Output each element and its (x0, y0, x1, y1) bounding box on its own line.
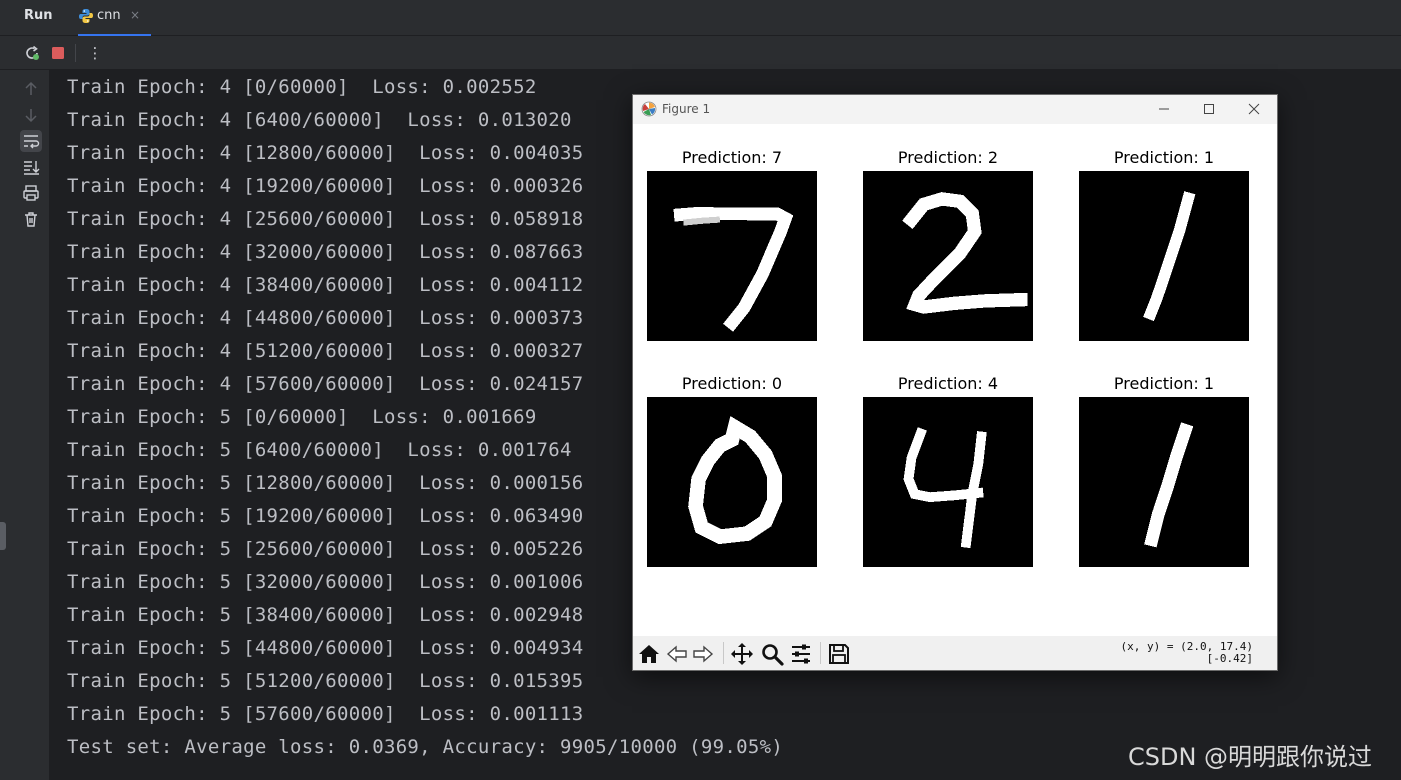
watermark: CSDN @明明跟你说过 (1128, 743, 1373, 771)
console-line: Train Epoch: 4 [12800/60000] Loss: 0.004… (67, 142, 584, 164)
run-toolbar: ⋮ (0, 36, 1401, 70)
subplot-title: Prediction: 7 (681, 148, 783, 167)
maximize-button[interactable] (1186, 95, 1232, 124)
toolbar-separator (75, 44, 76, 62)
coordinate-value: [-0.42] (1206, 652, 1253, 665)
matplotlib-toolbar: (x, y) = (2.0, 17.4) [-0.42] (633, 636, 1277, 670)
tab-label: cnn (97, 8, 121, 23)
console-line: Train Epoch: 4 [6400/60000] Loss: 0.0130… (67, 109, 572, 131)
toolbar-separator (820, 642, 821, 664)
figure-window: Figure 1 Prediction: 7 Prediction: 2 Pre… (632, 94, 1278, 671)
console-line: Train Epoch: 5 [51200/60000] Loss: 0.015… (67, 670, 584, 692)
digit-image (647, 171, 817, 341)
save-icon[interactable] (827, 642, 851, 666)
close-button[interactable] (1231, 95, 1277, 124)
subplot-title: Prediction: 0 (681, 374, 783, 393)
console-line: Train Epoch: 5 [38400/60000] Loss: 0.002… (67, 604, 584, 626)
console-line: Train Epoch: 4 [44800/60000] Loss: 0.000… (67, 307, 584, 329)
console-line: Train Epoch: 4 [57600/60000] Loss: 0.024… (67, 373, 584, 395)
console-line: Train Epoch: 5 [25600/60000] Loss: 0.005… (67, 538, 584, 560)
rerun-icon[interactable] (23, 44, 41, 62)
console-line: Train Epoch: 5 [6400/60000] Loss: 0.0017… (67, 439, 572, 461)
console-line: Train Epoch: 5 [32000/60000] Loss: 0.001… (67, 571, 584, 593)
console-line: Train Epoch: 5 [12800/60000] Loss: 0.000… (67, 472, 584, 494)
test-summary-line: Test set: Average loss: 0.0369, Accuracy… (67, 736, 784, 758)
console-line: Train Epoch: 4 [38400/60000] Loss: 0.004… (67, 274, 584, 296)
subplot-title: Prediction: 2 (897, 148, 999, 167)
digit-image (863, 397, 1033, 567)
up-arrow-icon[interactable] (20, 78, 42, 100)
console-line: Train Epoch: 4 [51200/60000] Loss: 0.000… (67, 340, 584, 362)
minimize-icon (1159, 108, 1169, 110)
toolbar-separator (723, 642, 724, 664)
tool-window-title[interactable]: Run (24, 8, 53, 23)
digit-image (647, 397, 817, 567)
tab-close-icon[interactable]: × (130, 8, 140, 22)
left-edge (0, 70, 12, 780)
console-side-actions (12, 70, 50, 780)
console-line: Train Epoch: 5 [19200/60000] Loss: 0.063… (67, 505, 584, 527)
stop-icon[interactable] (49, 44, 67, 62)
console-line: Train Epoch: 4 [0/60000] Loss: 0.002552 (67, 76, 537, 98)
digit-image (1079, 171, 1249, 341)
matplotlib-icon (641, 101, 657, 117)
figure-titlebar[interactable]: Figure 1 (633, 95, 1277, 124)
figure-title: Figure 1 (662, 102, 711, 116)
configure-subplots-icon[interactable] (789, 642, 813, 666)
coordinate-readout: (x, y) = (2.0, 17.4) [-0.42] (1121, 641, 1253, 665)
console-line: Train Epoch: 4 [19200/60000] Loss: 0.000… (67, 175, 584, 197)
pan-icon[interactable] (730, 642, 754, 666)
figure-canvas[interactable]: Prediction: 7 Prediction: 2 Prediction: … (633, 124, 1277, 636)
down-arrow-icon[interactable] (20, 104, 42, 126)
forward-icon[interactable] (691, 642, 715, 666)
console-line: Train Epoch: 5 [0/60000] Loss: 0.001669 (67, 406, 537, 428)
print-icon[interactable] (20, 182, 42, 204)
close-icon (1248, 103, 1260, 115)
zoom-icon[interactable] (760, 642, 784, 666)
trash-icon[interactable] (20, 208, 42, 230)
subplot-title: Prediction: 1 (1113, 148, 1215, 167)
console-line: Train Epoch: 5 [44800/60000] Loss: 0.004… (67, 637, 584, 659)
digit-image (1079, 397, 1249, 567)
subplot-title: Prediction: 4 (897, 374, 999, 393)
run-tool-window-header: Run cnn × (0, 0, 1401, 36)
console-line: Train Epoch: 5 [57600/60000] Loss: 0.001… (67, 703, 584, 725)
console-line: Train Epoch: 4 [32000/60000] Loss: 0.087… (67, 241, 584, 263)
python-icon (79, 9, 93, 23)
digit-image (863, 171, 1033, 341)
minimize-button[interactable] (1141, 95, 1187, 124)
more-vertical-icon[interactable]: ⋮ (86, 44, 104, 62)
soft-wrap-icon[interactable] (20, 130, 42, 152)
back-icon[interactable] (665, 642, 689, 666)
scroll-to-end-icon[interactable] (20, 156, 42, 178)
tab-cnn[interactable]: cnn × (78, 0, 151, 36)
collapse-handle[interactable] (0, 522, 6, 550)
home-icon[interactable] (637, 642, 661, 666)
console-line: Train Epoch: 4 [25600/60000] Loss: 0.058… (67, 208, 584, 230)
subplot-title: Prediction: 1 (1113, 374, 1215, 393)
maximize-icon (1204, 104, 1214, 114)
